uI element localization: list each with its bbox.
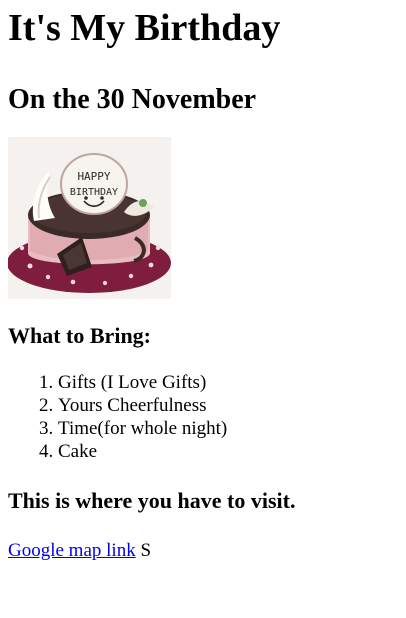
svg-text:HAPPY: HAPPY: [77, 170, 110, 183]
list-item-time: Time(for whole night): [58, 417, 398, 440]
page-title: It's My Birthday: [8, 7, 281, 49]
map-link-line: Google map link S: [8, 539, 398, 562]
list-item-cake: Cake: [58, 440, 398, 463]
page: It's My Birthday On the 30 November HAPP…: [0, 6, 406, 618]
svg-text:BIRTHDAY: BIRTHDAY: [70, 187, 118, 198]
after-link-text: S: [140, 540, 152, 561]
bring-list: Gifts (I Love Gifts) Yours Cheerfulness …: [8, 371, 398, 463]
list-item-cheerfulness: Yours Cheerfulness: [58, 394, 398, 417]
visit-heading: This is where you have to visit.: [8, 488, 296, 513]
event-date-heading: On the 30 November: [8, 84, 257, 115]
birthday-cake-image: HAPPY BIRTHDAY: [8, 137, 171, 299]
what-to-bring-heading: What to Bring:: [8, 323, 151, 348]
list-item-gifts: Gifts (I Love Gifts): [58, 371, 398, 394]
google-map-link[interactable]: Google map link: [8, 540, 136, 561]
